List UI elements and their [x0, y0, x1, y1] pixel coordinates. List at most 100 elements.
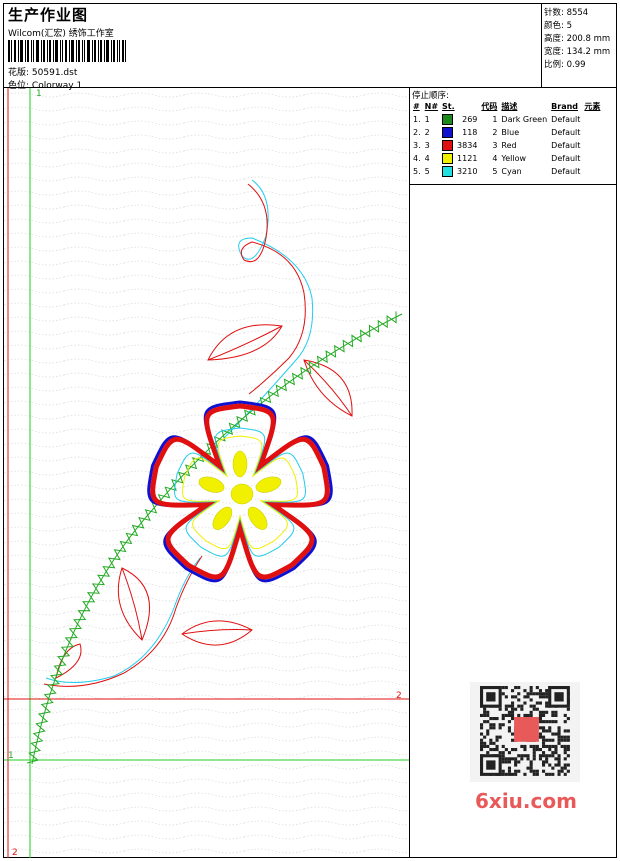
qr-module — [523, 744, 527, 748]
qr-module — [535, 707, 539, 711]
qr-module — [501, 686, 505, 690]
panel-divider — [410, 184, 617, 185]
qr-module — [535, 686, 539, 690]
qr-module — [517, 704, 521, 708]
qr-module — [492, 741, 496, 745]
qr-module — [480, 738, 484, 742]
cell-brand: Default — [551, 128, 581, 137]
qr-module — [545, 757, 549, 761]
qr-module — [517, 754, 521, 758]
qr-module — [542, 754, 546, 758]
qr-module — [532, 704, 536, 708]
qr-module — [545, 729, 549, 733]
qr-module — [538, 735, 542, 739]
qr-module — [566, 738, 570, 742]
qr-module — [501, 757, 505, 761]
qr-module — [526, 757, 530, 761]
qr-module — [542, 713, 546, 717]
table-row: 5. 5 3210 5 Cyan Default — [411, 165, 602, 178]
qr-module — [483, 720, 487, 724]
qr-module — [529, 704, 533, 708]
marker-red-right: 2 — [396, 691, 402, 701]
qr-module — [551, 766, 555, 770]
qr-module — [514, 760, 518, 764]
cell-stitches: 269 — [462, 115, 478, 124]
qr-module — [483, 710, 487, 714]
cell-index: 5. — [413, 167, 421, 176]
qr-module — [563, 751, 567, 755]
qr-module — [557, 754, 561, 758]
cell-index: 3. — [413, 141, 421, 150]
qr-module — [507, 757, 511, 761]
stat-label: 宽度: — [544, 47, 564, 57]
stats-box: 针数: 8554 颜色: 5 高度: 200.8 mm 宽度: 134.2 mm… — [541, 3, 617, 88]
qr-module — [545, 704, 549, 708]
qr-module — [483, 713, 487, 717]
qr-module — [542, 710, 546, 714]
qr-module — [480, 748, 484, 752]
qr-module — [545, 744, 549, 748]
qr-module — [545, 692, 549, 696]
qr-module — [551, 732, 555, 736]
qr-module — [486, 713, 490, 717]
qr-module — [529, 689, 533, 693]
col-description: 描述 — [501, 102, 518, 111]
qr-module — [563, 766, 567, 770]
col-code: 代码 — [481, 102, 498, 111]
cell-element — [582, 152, 602, 165]
qr-module — [557, 763, 561, 767]
cell-description: Cyan — [501, 167, 522, 176]
stat-label: 颜色: — [544, 21, 564, 31]
qr-module — [538, 748, 542, 752]
qr-module — [486, 720, 490, 724]
qr-module — [504, 695, 508, 699]
qr-module — [535, 701, 539, 705]
qr-module — [511, 701, 515, 705]
qr-module — [498, 723, 502, 727]
flower-center — [230, 483, 254, 505]
qr-module — [566, 763, 570, 767]
col-element: 元素 — [584, 102, 601, 111]
qr-module — [507, 766, 511, 770]
qr-module — [517, 698, 521, 702]
qr-module — [511, 710, 515, 714]
qr-module — [551, 720, 555, 724]
qr-module — [535, 692, 539, 696]
qr-module — [542, 741, 546, 745]
qr-module — [501, 692, 505, 696]
qr-module — [480, 713, 484, 717]
cell-index: 1. — [413, 115, 421, 124]
qr-module — [523, 754, 527, 758]
table-row: 2. 2 118 2 Blue Default — [411, 126, 602, 139]
cell-element — [582, 113, 602, 126]
qr-module — [507, 704, 511, 708]
qr-module — [538, 720, 542, 724]
cell-description: Dark Green — [501, 115, 548, 124]
qr-module — [523, 772, 527, 776]
cell-needle: 2 — [424, 128, 430, 137]
qr-module — [538, 717, 542, 721]
qr-module — [563, 744, 567, 748]
qr-module — [542, 738, 546, 742]
qr-module — [514, 769, 518, 773]
qr-module — [545, 738, 549, 742]
cell-description: Blue — [501, 128, 520, 137]
qr-module — [545, 695, 549, 699]
qr-module — [538, 692, 542, 696]
qr-module — [557, 757, 561, 761]
qr-module — [529, 766, 533, 770]
cell-brand: Default — [551, 141, 581, 150]
qr-module — [542, 744, 546, 748]
qr-module — [514, 763, 518, 767]
qr-module — [545, 720, 549, 724]
qr-module — [511, 757, 515, 761]
qr-module — [542, 760, 546, 764]
marker-red-bottom: 2 — [12, 848, 18, 858]
qr-module — [563, 763, 567, 767]
qr-module — [501, 769, 505, 773]
stat-width: 宽度: 134.2 mm — [544, 45, 610, 57]
qr-module — [532, 751, 536, 755]
qr-module — [551, 710, 555, 714]
color-swatch — [442, 153, 454, 164]
qr-module — [504, 707, 508, 711]
